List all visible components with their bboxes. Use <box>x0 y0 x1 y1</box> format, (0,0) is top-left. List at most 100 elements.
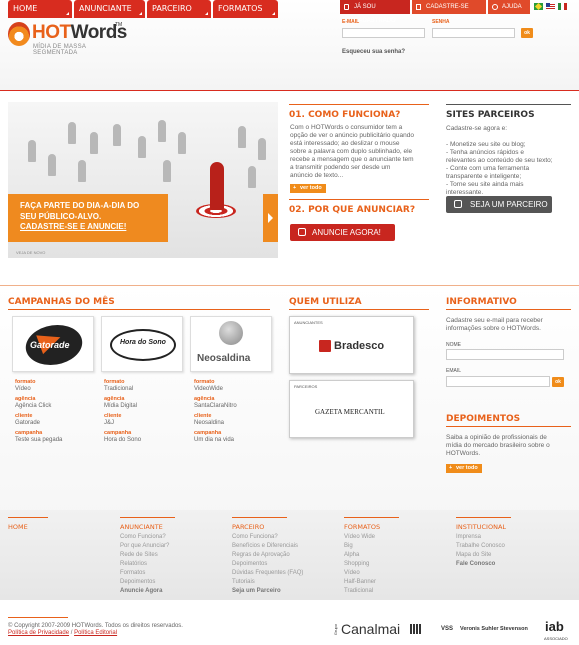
copyright: © Copyright 2007-2009 HOTWords. Todos os… <box>8 623 183 636</box>
privacy-policy-link[interactable]: Política de Privacidade <box>8 630 69 636</box>
forgot-password-link[interactable]: Esqueceu sua senha? <box>342 49 405 55</box>
footer-col-institucional: INSTITUCIONAL Imprensa Trabalhe Conosco … <box>456 523 507 567</box>
partners-box[interactable]: PARCEIROS GAZETA MERCANTIL <box>289 380 414 438</box>
hero-line1: FAÇA PARTE DO DIA-A-DIA DO <box>20 201 140 210</box>
veronis-suhler-logo[interactable]: Veronis Suhler Stevenson <box>460 626 528 632</box>
flag-mexico-icon[interactable] <box>558 3 567 10</box>
logo-text: HOTWords <box>32 22 127 43</box>
vss-logo[interactable]: VSS <box>441 626 453 632</box>
campaign-logo-neosaldina[interactable]: Neosaldina <box>190 316 272 372</box>
footer-home-link[interactable]: HOME <box>8 523 28 531</box>
figure <box>248 166 256 188</box>
figure <box>238 126 246 148</box>
red-figure <box>210 162 224 210</box>
footer-divider <box>120 517 175 518</box>
flame-icon <box>8 22 30 46</box>
newsletter-ok-button[interactable]: ok <box>552 377 564 387</box>
iab-logo[interactable]: iab <box>545 619 564 634</box>
footer-col-parceiro: PARCEIRO Como Funciona? Benefícios e Dif… <box>232 523 304 594</box>
advertise-now-button[interactable]: ANUNCIE AGORA! <box>290 224 395 241</box>
figure <box>178 132 186 154</box>
section-divider <box>289 199 429 200</box>
newsletter-email-input[interactable] <box>446 376 550 387</box>
flag-brazil-icon[interactable] <box>534 2 543 11</box>
section-divider <box>446 426 571 427</box>
footer-divider <box>8 617 68 618</box>
how-it-works-text: Com o HOTWords o consumidor tem a opção … <box>290 124 414 179</box>
login-ok-button[interactable]: ok <box>521 28 533 38</box>
campaigns-title: CAMPANHAS DO MÊS <box>8 297 115 307</box>
testimonials-title: DEPOIMENTOS <box>446 414 521 424</box>
campaign-logo-hora-do-sono[interactable]: Hora do Sono <box>101 316 183 372</box>
tab-register[interactable]: CADASTRE-SE <box>412 0 486 14</box>
nav-home[interactable]: HOME <box>8 0 72 18</box>
figure <box>78 160 86 182</box>
newsletter-name-input[interactable] <box>446 349 564 360</box>
hero-cta-link[interactable]: CADASTRE-SE E ANUNCIE! <box>20 222 126 231</box>
help-icon <box>492 4 498 10</box>
login-password-field[interactable] <box>432 28 515 38</box>
campaign-details-3: formato VideoWide agência SantaClaraNitro … <box>194 379 237 443</box>
partner-icon <box>454 200 462 208</box>
hero-line2: SEU PÚBLICO-ALVO. <box>20 212 102 221</box>
advertise-icon <box>298 228 306 236</box>
iab-associado-label: ASSOCIADO <box>544 636 568 641</box>
who-uses-title: QUEM UTILIZA <box>289 297 362 307</box>
band-divider <box>0 285 579 286</box>
footer-divider <box>344 517 399 518</box>
hero-banner[interactable]: FAÇA PARTE DO DIA-A-DIA DO SEU PÚBLICO-AL… <box>8 102 278 258</box>
how-ver-todo-button[interactable]: ver todo <box>290 184 326 193</box>
lock-icon <box>344 4 349 10</box>
canalmail-logo[interactable]: Canalmai <box>341 621 400 637</box>
section-divider <box>289 104 429 105</box>
password-label: SENHA <box>432 19 450 25</box>
register-icon <box>416 4 421 10</box>
partners-label: PARCEIROS <box>294 384 318 389</box>
section-divider <box>446 309 571 310</box>
figure <box>138 136 146 158</box>
footer-col-formatos: FORMATOS Vídeo Wide Big Alpha Shopping V… <box>344 523 381 594</box>
canalmail-dots-icon <box>410 624 422 634</box>
nav-divider <box>0 90 579 91</box>
partner-sites-text: - Monetize seu site ou blog; - Tenha anú… <box>446 141 553 196</box>
hero-next-arrow-icon[interactable] <box>263 194 278 242</box>
footer-divider <box>456 517 511 518</box>
neosaldina-logo-text: Neosaldina <box>197 353 251 364</box>
nav-anunciante[interactable]: ANUNCIANTE <box>74 0 145 18</box>
figure <box>48 154 56 176</box>
section-divider <box>8 309 270 310</box>
email-label: E-MAIL <box>342 19 360 25</box>
become-partner-button[interactable]: SEJA UM PARCEIRO <box>446 196 552 213</box>
nav-parceiro[interactable]: PARCEIRO <box>147 0 211 18</box>
flag-usa-icon[interactable] <box>546 3 555 10</box>
hero-replay-link[interactable]: VEJA DE NOVO <box>16 250 45 255</box>
campaign-logo-gatorade[interactable]: Gatorade <box>12 316 94 372</box>
testimonials-ver-todo-button[interactable]: ver todo <box>446 464 482 473</box>
figure <box>68 122 76 144</box>
why-advertise-title: 02. POR QUE ANUNCIAR? <box>289 205 416 215</box>
canalmail-group-label: Grupo <box>333 624 338 636</box>
campaign-details-1: formato Vídeo agência Agência Click client… <box>15 379 63 443</box>
footer-divider <box>232 517 287 518</box>
hotwords-logo[interactable]: HOTWords TM MÍDIA DE MASSA SEGMENTADA <box>8 18 128 58</box>
figure <box>113 124 121 146</box>
header: HOTWords TM MÍDIA DE MASSA SEGMENTADA JÁ… <box>0 0 579 90</box>
login-email-field[interactable] <box>342 28 425 38</box>
figure <box>90 132 98 154</box>
newsletter-title: INFORMATIVO <box>446 297 517 307</box>
editorial-policy-link[interactable]: Política Editorial <box>74 630 117 636</box>
campaign-details-2: formato Tradicional agência Mídia Digital … <box>104 379 142 443</box>
tab-already-registered[interactable]: JÁ SOU CADASTRADO <box>340 0 410 24</box>
tab-help[interactable]: AJUDA <box>488 0 530 14</box>
logo-tm: TM <box>115 22 123 28</box>
gazeta-mercantil-logo: GAZETA MERCANTIL <box>315 408 385 416</box>
section-divider <box>446 104 571 105</box>
hero-banner-text[interactable]: FAÇA PARTE DO DIA-A-DIA DO SEU PÚBLICO-AL… <box>8 194 168 242</box>
how-it-works-title: 01. COMO FUNCIONA? <box>289 110 401 120</box>
newsletter-email-label: EMAIL <box>446 368 462 374</box>
figure <box>163 160 171 182</box>
partner-sites-title: SITES PARCEIROS <box>446 110 535 120</box>
advertisers-box[interactable]: ANUNCIANTES Bradesco <box>289 316 414 374</box>
footer-divider <box>8 517 48 518</box>
nav-formatos[interactable]: FORMATOS <box>213 0 278 18</box>
